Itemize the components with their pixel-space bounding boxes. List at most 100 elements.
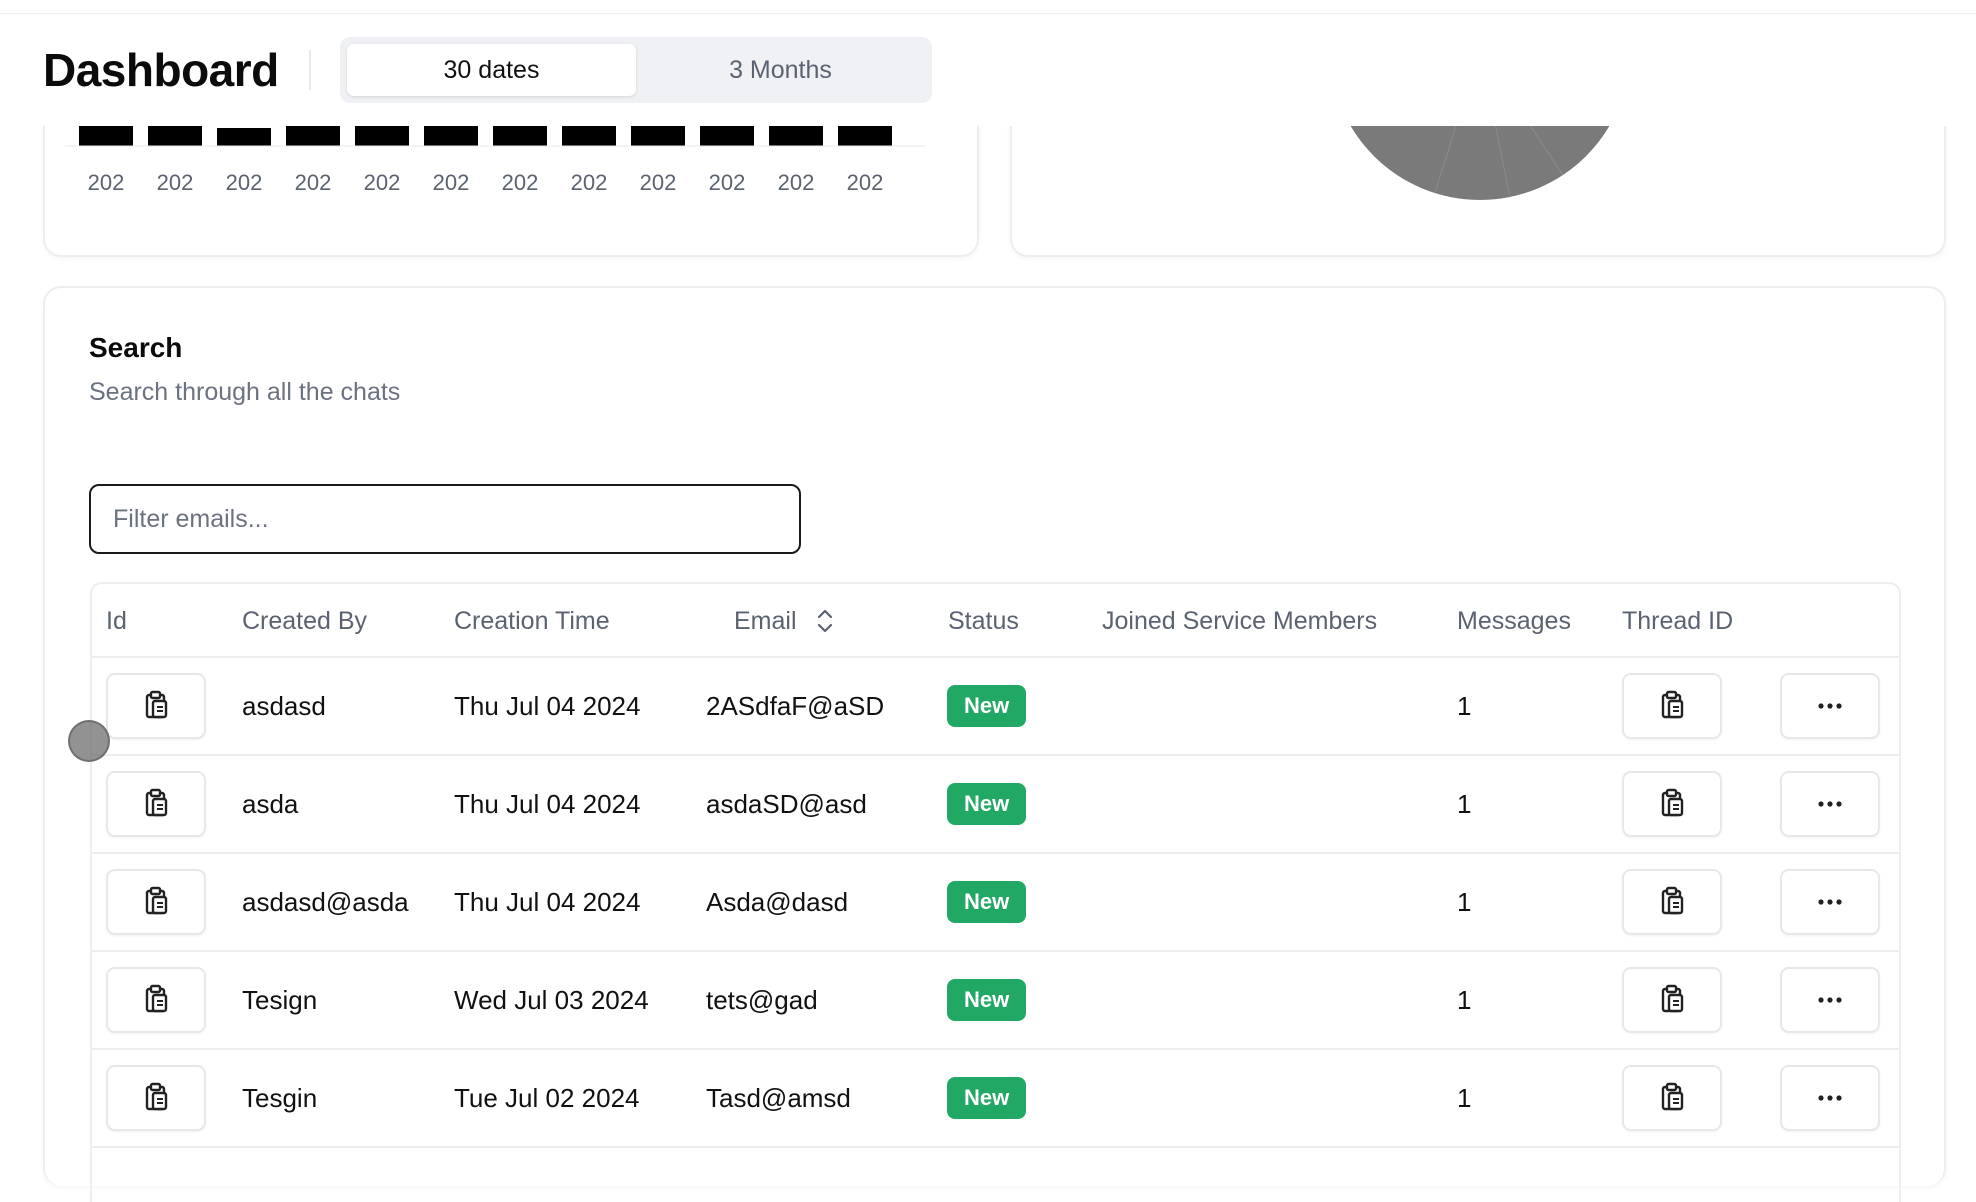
page-title: Dashboard bbox=[43, 44, 279, 96]
search-subtitle: Search through all the chats bbox=[89, 378, 401, 406]
cell-email: Asda@dasd bbox=[706, 886, 849, 917]
cell-created-by: Tesgin bbox=[242, 1082, 318, 1113]
cell-email: asdaSD@asd bbox=[706, 788, 867, 819]
search-card: Search Search through all the chats Id C… bbox=[43, 286, 1946, 1202]
table-row: asda Thu Jul 04 2024 asdaSD@asd New 1 bbox=[92, 756, 1899, 854]
cell-status: New bbox=[947, 952, 1027, 1048]
filter-emails-input[interactable] bbox=[89, 484, 801, 554]
cell-created-by: asda bbox=[242, 788, 299, 819]
clipboard-copy-icon bbox=[1657, 886, 1687, 918]
copy-thread-id-button[interactable] bbox=[1622, 771, 1722, 837]
status-badge: New bbox=[947, 783, 1027, 825]
bar-tick-label: 202 bbox=[157, 170, 194, 195]
clipboard-copy-icon bbox=[141, 690, 171, 722]
copy-id-button[interactable] bbox=[106, 673, 206, 739]
col-created-by: Created By bbox=[242, 606, 368, 635]
col-creation-time: Creation Time bbox=[454, 606, 610, 635]
range-tabs: 30 dates 3 Months bbox=[340, 37, 932, 103]
col-thread-id: Thread ID bbox=[1622, 606, 1734, 635]
copy-id-button[interactable] bbox=[106, 967, 206, 1033]
cell-messages: 1 bbox=[1457, 886, 1472, 917]
cell-status: New bbox=[947, 1050, 1027, 1146]
title-divider bbox=[308, 50, 311, 90]
col-status: Status bbox=[948, 606, 1019, 635]
copy-id-button[interactable] bbox=[106, 869, 206, 935]
bar-tick-label: 202 bbox=[640, 170, 677, 195]
bar-mark bbox=[424, 126, 478, 146]
cell-messages: 1 bbox=[1457, 1082, 1472, 1113]
ellipsis-icon bbox=[1817, 800, 1843, 808]
bar-mark bbox=[838, 126, 892, 146]
bar-mark bbox=[562, 126, 616, 146]
row-actions-button[interactable] bbox=[1780, 673, 1880, 739]
bar-tick-label: 202 bbox=[295, 170, 332, 195]
header: Dashboard bbox=[43, 38, 341, 102]
cell-created-by: asdasd bbox=[242, 690, 326, 721]
table-row: asdasd@asda Thu Jul 04 2024 Asda@dasd Ne… bbox=[92, 854, 1899, 952]
cell-status: New bbox=[947, 658, 1027, 754]
cell-email: Tasd@amsd bbox=[706, 1082, 851, 1113]
copy-id-button[interactable] bbox=[106, 1065, 206, 1131]
ellipsis-icon bbox=[1817, 1094, 1843, 1102]
bar-tick-label: 202 bbox=[571, 170, 608, 195]
clipboard-copy-icon bbox=[1657, 690, 1687, 722]
cell-status: New bbox=[947, 756, 1027, 852]
clipboard-copy-icon bbox=[1657, 984, 1687, 1016]
bar-mark bbox=[286, 126, 340, 146]
bar-mark bbox=[355, 126, 409, 146]
copy-thread-id-button[interactable] bbox=[1622, 869, 1722, 935]
bar-mark bbox=[217, 128, 271, 146]
bar-tick-label: 202 bbox=[778, 170, 815, 195]
bar-tick-label: 202 bbox=[364, 170, 401, 195]
bar-mark bbox=[631, 126, 685, 146]
chats-table: Id Created By Creation Time Email Status… bbox=[90, 582, 1901, 1202]
status-badge: New bbox=[947, 685, 1027, 727]
bar-tick-label: 202 bbox=[847, 170, 884, 195]
cell-created-by: Tesign bbox=[242, 984, 318, 1015]
ellipsis-icon bbox=[1817, 996, 1843, 1004]
clipboard-copy-icon bbox=[141, 886, 171, 918]
row-actions-button[interactable] bbox=[1780, 771, 1880, 837]
bar-tick-label: 202 bbox=[88, 170, 125, 195]
status-badge: New bbox=[947, 1077, 1027, 1119]
cell-messages: 1 bbox=[1457, 690, 1472, 721]
bar-mark bbox=[769, 126, 823, 146]
table-row: Tesign Wed Jul 03 2024 tets@gad New 1 bbox=[92, 952, 1899, 1050]
bar-tick-label: 202 bbox=[433, 170, 470, 195]
cell-creation-time: Thu Jul 04 2024 bbox=[454, 788, 641, 819]
cell-email: tets@gad bbox=[706, 984, 818, 1015]
table-header: Id Created By Creation Time Email Status… bbox=[92, 584, 1899, 658]
copy-thread-id-button[interactable] bbox=[1622, 1065, 1722, 1131]
ellipsis-icon bbox=[1817, 898, 1843, 906]
col-email-sortable[interactable]: Email bbox=[734, 584, 833, 658]
chevrons-up-down-icon bbox=[817, 608, 833, 634]
copy-thread-id-button[interactable] bbox=[1622, 673, 1722, 739]
row-actions-button[interactable] bbox=[1780, 967, 1880, 1033]
cell-creation-time: Thu Jul 04 2024 bbox=[454, 690, 641, 721]
cell-messages: 1 bbox=[1457, 788, 1472, 819]
cursor-indicator bbox=[68, 720, 110, 762]
cell-creation-time: Thu Jul 04 2024 bbox=[454, 886, 641, 917]
tab-3-months[interactable]: 3 Months bbox=[636, 44, 925, 96]
cell-status: New bbox=[947, 854, 1027, 950]
bar-mark bbox=[148, 126, 202, 146]
cell-creation-time: Wed Jul 03 2024 bbox=[454, 984, 649, 1015]
clipboard-copy-icon bbox=[141, 984, 171, 1016]
status-badge: New bbox=[947, 979, 1027, 1021]
row-actions-button[interactable] bbox=[1780, 1065, 1880, 1131]
bar-mark bbox=[79, 126, 133, 146]
tab-30-dates[interactable]: 30 dates bbox=[347, 44, 636, 96]
col-messages: Messages bbox=[1457, 606, 1571, 635]
row-actions-button[interactable] bbox=[1780, 869, 1880, 935]
table-row: asdasd Thu Jul 04 2024 2ASdfaF@aSD New 1 bbox=[92, 658, 1899, 756]
cell-creation-time: Tue Jul 02 2024 bbox=[454, 1082, 640, 1113]
bar-mark bbox=[493, 126, 547, 146]
clipboard-copy-icon bbox=[141, 1082, 171, 1114]
col-email: Email bbox=[734, 606, 797, 635]
clipboard-copy-icon bbox=[1657, 788, 1687, 820]
bar-tick-label: 202 bbox=[226, 170, 263, 195]
bar-tick-label: 202 bbox=[709, 170, 746, 195]
col-joined-service-members: Joined Service Members bbox=[1102, 606, 1378, 635]
copy-thread-id-button[interactable] bbox=[1622, 967, 1722, 1033]
copy-id-button[interactable] bbox=[106, 771, 206, 837]
